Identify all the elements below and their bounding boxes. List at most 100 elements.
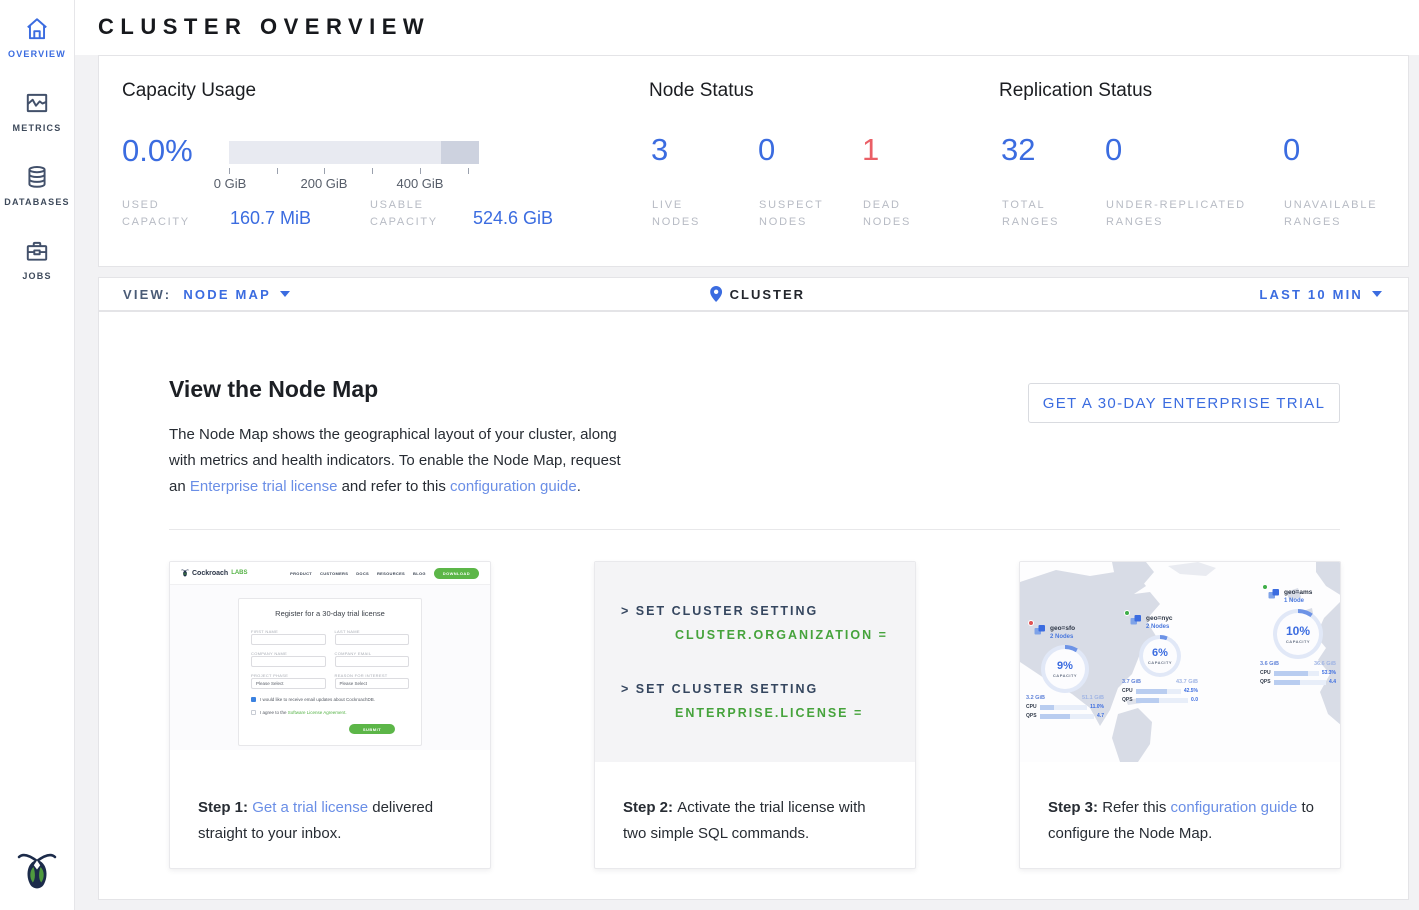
usable-capacity-value: 524.6 GiB	[473, 208, 553, 229]
axis-tick-label: 200 GiB	[301, 176, 348, 191]
sidebar-item-overview[interactable]: OVERVIEW	[0, 16, 74, 59]
mini-site-brand: Cockroach LABS	[181, 568, 248, 578]
sidebar-nav: OVERVIEW METRICS	[0, 0, 74, 281]
usable-capacity-label: USABLE CAPACITY	[370, 197, 438, 231]
license-agreement-checkbox-row: I agree to the Software License Agreemen…	[251, 710, 409, 715]
cockroachdb-logo[interactable]	[17, 849, 57, 898]
axis-tick-label: 400 GiB	[397, 176, 444, 191]
sql-line: > SET CLUSTER SETTING	[621, 682, 818, 696]
capacity-axis	[229, 168, 479, 175]
bottom-margin	[75, 900, 1419, 910]
download-button: DOWNLOAD	[434, 568, 479, 579]
suspect-nodes-label: SUSPECT NODES	[759, 197, 824, 231]
node-map-preview: geo=sfo 2 Nodes 9% CAPACITY 3.2 GiB 51.1…	[1020, 562, 1340, 762]
total-ranges-label: TOTAL RANGES	[1002, 197, 1059, 231]
sidebar-item-label: METRICS	[13, 123, 62, 133]
app-window: CLUSTER OVERVIEW OVERVIEW	[0, 0, 1419, 910]
registration-screenshot: Cockroach LABS PRODUCT CUSTOMERS DOCS RE…	[170, 562, 490, 750]
enterprise-trial-license-link[interactable]: Enterprise trial license	[190, 478, 338, 495]
sql-setting-name: CLUSTER.ORGANIZATION =	[675, 628, 888, 642]
email-updates-checkbox-row: I would like to receive email updates ab…	[251, 697, 409, 702]
section-heading: View the Node Map	[169, 376, 378, 403]
map-cluster-nyc: geo=nyc 2 Nodes 6% CAPACITY 3.7 GiB 43.7…	[1122, 614, 1198, 703]
section-divider	[169, 529, 1340, 530]
cluster-summary-panel: Capacity Usage 0.0% 0 GiB 200 GiB 400 Gi…	[98, 55, 1409, 267]
under-replicated-ranges-label: UNDER-REPLICATED RANGES	[1106, 197, 1246, 231]
first-name-field	[251, 634, 326, 645]
description-text: and refer to this	[337, 478, 450, 495]
chevron-down-icon	[280, 291, 290, 297]
used-capacity-value: 160.7 MiB	[230, 208, 311, 229]
sidebar-item-label: JOBS	[22, 271, 51, 281]
project-phase-select: Please Select	[251, 678, 326, 689]
configuration-guide-link[interactable]: configuration guide	[1171, 799, 1298, 816]
under-replicated-ranges-value: 0	[1105, 133, 1275, 167]
map-breadcrumb[interactable]: CLUSTER	[710, 278, 805, 310]
used-capacity-label: USED CAPACITY	[122, 197, 190, 231]
live-status-dot	[1124, 610, 1130, 616]
step1-card: Cockroach LABS PRODUCT CUSTOMERS DOCS RE…	[169, 561, 491, 869]
reason-for-interest-select: Please Select	[335, 678, 410, 689]
configuration-guide-link[interactable]: configuration guide	[450, 478, 577, 495]
cockroach-logo-small-icon	[181, 568, 189, 578]
view-selector: VIEW: NODE MAP	[123, 278, 290, 310]
step3-caption: Step 3: Refer this configuration guide t…	[1048, 795, 1318, 847]
capacity-donut: 9% CAPACITY	[1041, 645, 1089, 693]
unavailable-ranges-value: 0	[1283, 133, 1419, 167]
get-trial-license-link[interactable]: Get a trial license	[252, 799, 368, 816]
qps-metric: QPS 4.4	[1260, 679, 1336, 685]
mini-site-header: Cockroach LABS PRODUCT CUSTOMERS DOCS RE…	[170, 562, 490, 585]
map-pin-icon	[710, 286, 722, 302]
sidebar: OVERVIEW METRICS	[0, 0, 75, 910]
view-dropdown[interactable]: NODE MAP	[183, 287, 290, 302]
map-cluster-ams: geo=ams 1 Node 10% CAPACITY 3.6 GiB 36.6…	[1260, 588, 1336, 685]
dead-nodes-label: DEAD NODES	[863, 197, 911, 231]
top-header-band: CLUSTER OVERVIEW	[0, 0, 1419, 55]
page-title: CLUSTER OVERVIEW	[98, 14, 430, 40]
step2-card: > SET CLUSTER SETTING CLUSTER.ORGANIZATI…	[594, 561, 916, 869]
sidebar-item-jobs[interactable]: JOBS	[0, 238, 74, 281]
locality-cubes-icon	[1034, 624, 1046, 636]
description-text: .	[577, 478, 581, 495]
view-toolbar: VIEW: NODE MAP CLUSTER LAST 10 MIN	[98, 277, 1409, 311]
locality-cubes-icon	[1130, 614, 1142, 626]
sql-code-block: > SET CLUSTER SETTING CLUSTER.ORGANIZATI…	[595, 562, 915, 762]
live-nodes-label: LIVE NODES	[652, 197, 700, 231]
checkbox-icon	[251, 710, 256, 715]
submit-button: SUBMIT	[349, 724, 395, 734]
company-name-field	[251, 656, 326, 667]
company-email-field	[335, 656, 410, 667]
capacity-donut: 10% CAPACITY	[1273, 609, 1323, 659]
home-icon	[24, 16, 50, 42]
sidebar-item-label: OVERVIEW	[8, 49, 66, 59]
step2-caption: Step 2: Activate the trial license with …	[623, 795, 893, 847]
sql-line: > SET CLUSTER SETTING	[621, 604, 818, 618]
locality-cubes-icon	[1268, 588, 1280, 600]
checkbox-checked-icon	[251, 697, 256, 702]
unavailable-ranges-stat: 0 UNAVAILABLE RANGES	[1283, 133, 1419, 167]
get-enterprise-trial-button[interactable]: GET A 30-DAY ENTERPRISE TRIAL	[1028, 383, 1340, 423]
capacity-used-percent: 0.0%	[122, 133, 193, 169]
sql-setting-name: ENTERPRISE.LICENSE =	[675, 706, 863, 720]
sidebar-item-metrics[interactable]: METRICS	[0, 90, 74, 133]
unavailable-ranges-label: UNAVAILABLE RANGES	[1284, 197, 1377, 231]
mini-site-nav: PRODUCT CUSTOMERS DOCS RESOURCES BLOG DO…	[290, 568, 479, 579]
cpu-metric: CPU 53.3%	[1260, 670, 1336, 676]
sidebar-item-databases[interactable]: DATABASES	[0, 164, 74, 207]
under-replicated-ranges-stat: 0 UNDER-REPLICATED RANGES	[1105, 133, 1275, 167]
last-name-field	[335, 634, 410, 645]
live-status-dot	[1262, 584, 1268, 590]
cpu-metric: CPU 11.0%	[1026, 704, 1104, 710]
section-description: The Node Map shows the geographical layo…	[169, 422, 631, 500]
qps-metric: QPS 4.7	[1026, 713, 1104, 719]
node-status-title: Node Status	[649, 80, 754, 102]
sidebar-item-label: DATABASES	[4, 197, 69, 207]
axis-tick-label: 0 GiB	[214, 176, 247, 191]
capacity-usage-bar	[229, 141, 479, 164]
qps-metric: QPS 0.0	[1122, 697, 1198, 703]
capacity-usage-title: Capacity Usage	[122, 80, 256, 102]
step3-card: geo=sfo 2 Nodes 9% CAPACITY 3.2 GiB 51.1…	[1019, 561, 1341, 869]
briefcase-icon	[24, 238, 50, 264]
map-cluster-sfo: geo=sfo 2 Nodes 9% CAPACITY 3.2 GiB 51.1…	[1026, 624, 1104, 719]
time-range-dropdown[interactable]: LAST 10 MIN	[1259, 278, 1382, 310]
